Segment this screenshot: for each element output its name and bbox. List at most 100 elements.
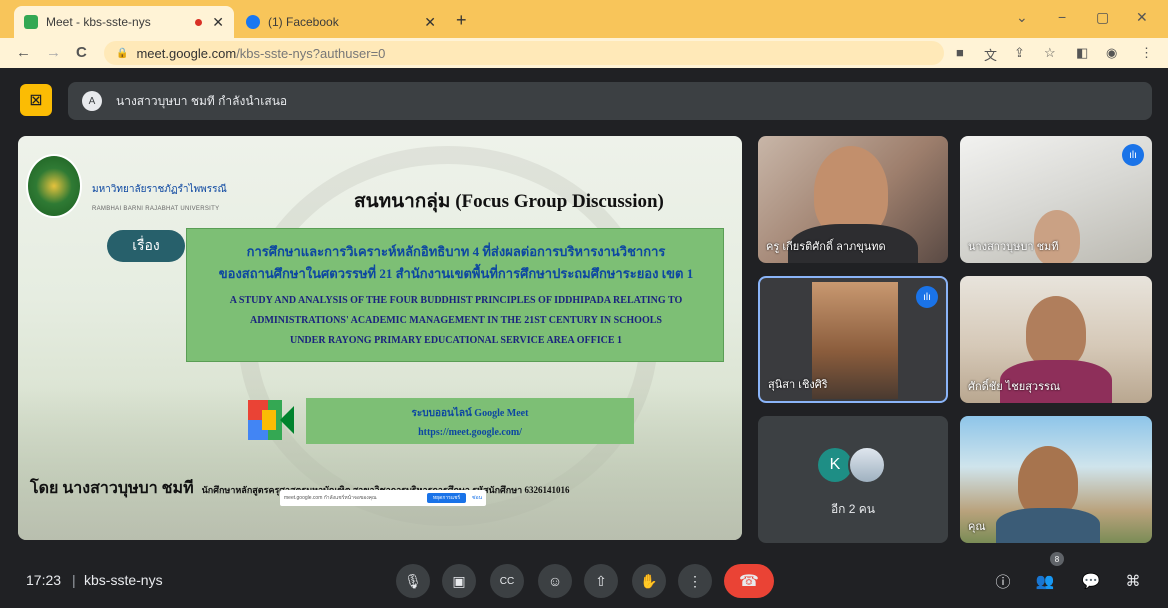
side-panel-icon[interactable]: ◧ <box>1076 45 1088 61</box>
slide-title: สนทนากลุ่ม (Focus Group Discussion) <box>354 191 664 212</box>
participant-tile[interactable]: ศักดิ์ชัย ไชยสุวรรณ <box>960 276 1152 403</box>
camera-icon: ▣ <box>452 572 466 589</box>
participant-name: คุณ <box>968 521 986 533</box>
new-tab-button[interactable]: + <box>456 10 467 31</box>
english-title-line-1: A STUDY AND ANALYSIS OF THE FOUR BUDDHIS… <box>229 295 683 306</box>
reactions-button[interactable]: ☺ <box>538 564 572 598</box>
divider: | <box>72 572 76 588</box>
captions-icon: CC <box>499 575 515 587</box>
close-tab-icon[interactable]: ✕ <box>212 14 224 31</box>
participant-tile-active[interactable]: ılı สุนิสา เชิงศิริ <box>758 276 948 403</box>
screen-share-banner: meet.google.com กำลังแชร์หน้าจอของคุณ หย… <box>280 490 486 506</box>
google-meet-logo <box>248 400 294 440</box>
chat-button[interactable]: 💬 <box>1080 570 1102 592</box>
back-button[interactable]: ← <box>16 44 31 61</box>
meeting-details-button[interactable]: ⓘ <box>992 570 1014 592</box>
presentation-layout-button[interactable]: ⊠ <box>20 84 52 116</box>
english-title-line-2: ADMINISTRATIONS' ACADEMIC MANAGEMENT IN … <box>250 315 662 326</box>
meeting-code: kbs-sste-nys <box>84 572 163 588</box>
share-banner-text: meet.google.com กำลังแชร์หน้าจอของคุณ <box>284 495 377 501</box>
tab-title: (1) Facebook <box>268 15 339 29</box>
restore-button[interactable]: ▢ <box>1096 9 1109 26</box>
research-title-box: การศึกษาและการวิเคราะห์หลักอิทธิบาท 4 ที… <box>186 228 724 362</box>
participant-shirt <box>996 508 1100 543</box>
activities-button[interactable]: ⌘ <box>1122 570 1144 592</box>
presentation-off-icon: ⊠ <box>29 92 43 109</box>
translate-icon[interactable]: 文 <box>984 45 997 64</box>
activities-icon: ⌘ <box>1125 573 1141 590</box>
close-tab-icon[interactable]: ✕ <box>424 14 436 31</box>
byline-name: โดย นางสาวบุษบา ชมที <box>30 480 194 497</box>
url-path: /kbs-sste-nys?authuser=0 <box>236 45 386 61</box>
tab-search-chevron-icon[interactable]: ⌄ <box>1016 9 1028 26</box>
participant-name: นางสาวบุษบา ชมที <box>968 241 1059 253</box>
camera-button[interactable]: ▣ <box>442 564 476 598</box>
participant-avatar-photo <box>848 446 886 484</box>
lock-icon: 🔒 <box>116 47 129 59</box>
presenter-avatar: A <box>82 91 102 111</box>
leave-call-button[interactable]: ☎ <box>724 564 774 598</box>
university-name-th: มหาวิทยาลัยราชภัฏรำไพพรรณี <box>92 184 227 195</box>
url-field[interactable]: 🔒 meet.google.com/kbs-sste-nys?authuser=… <box>104 41 944 65</box>
reload-button[interactable]: C <box>76 44 87 61</box>
chat-icon: 💬 <box>1081 573 1101 590</box>
mic-icon: 🎙 <box>404 572 422 589</box>
facebook-favicon-icon <box>246 15 260 29</box>
university-logo <box>26 154 82 218</box>
hand-icon: ✋ <box>640 572 658 589</box>
online-label: ระบบออนไลน์ Google Meet <box>411 408 529 419</box>
participant-name: ศักดิ์ชัย ไชยสุวรรณ <box>968 381 1061 393</box>
others-count-label: อีก 2 คน <box>830 502 876 516</box>
others-tile[interactable]: K อีก 2 คน <box>758 416 948 543</box>
tab-meet[interactable]: Meet - kbs-sste-nys ✕ <box>14 6 234 38</box>
profile-avatar-icon[interactable]: ◉ <box>1106 45 1117 61</box>
mic-button[interactable]: 🎙 <box>396 564 430 598</box>
hide-banner-button[interactable]: ซ่อน <box>472 494 482 502</box>
participant-avatar: K <box>818 448 852 482</box>
minimize-button[interactable]: − <box>1058 9 1066 25</box>
university-name-en: RAMBHAI BARNI RAJABHAT UNIVERSITY <box>92 206 220 212</box>
english-title-line-3: UNDER RAYONG PRIMARY EDUCATIONAL SERVICE… <box>289 335 623 346</box>
tab-facebook[interactable]: (1) Facebook ✕ <box>236 6 446 38</box>
captions-button[interactable]: CC <box>490 564 524 598</box>
url-host: meet.google.com <box>136 45 237 61</box>
self-tile[interactable]: คุณ <box>960 416 1152 543</box>
presenting-text: นางสาวบุษบา ชมที กำลังนำเสนอ <box>116 93 288 108</box>
info-icon: ⓘ <box>995 573 1011 591</box>
tab-title: Meet - kbs-sste-nys <box>46 15 151 29</box>
people-button[interactable]: 👥 <box>1034 570 1056 592</box>
meeting-time: 17:23 <box>26 572 62 588</box>
recording-dot-icon <box>195 18 203 26</box>
raise-hand-button[interactable]: ✋ <box>632 564 666 598</box>
browser-menu-icon[interactable]: ⋮ <box>1140 45 1153 61</box>
camera-indicator-icon[interactable]: ■ <box>956 45 964 60</box>
close-window-button[interactable]: ✕ <box>1136 9 1148 26</box>
more-options-button[interactable]: ⋮ <box>678 564 712 598</box>
presenting-banner: A นางสาวบุษบา ชมที กำลังนำเสนอ <box>68 82 1152 120</box>
participant-tile[interactable]: ılı นางสาวบุษบา ชมที <box>960 136 1152 263</box>
thai-title-line-2: ของสถานศึกษาในศตวรรษที่ 21 สำนักงานเขตพื… <box>218 266 694 281</box>
forward-button[interactable]: → <box>46 44 61 61</box>
emoji-icon: ☺ <box>547 573 563 589</box>
shared-screen: มหาวิทยาลัยราชภัฏรำไพพรรณี RAMBHAI BARNI… <box>18 136 742 540</box>
present-icon: ⇧ <box>595 572 607 589</box>
speaking-indicator-icon: ılı <box>1122 144 1144 166</box>
participant-name: สุนิสา เชิงศิริ <box>768 379 828 391</box>
participant-name: ครู เกียรติศักดิ์ ลาภขุนทด <box>766 241 886 253</box>
subject-label: เรื่อง <box>107 230 185 262</box>
end-call-icon: ☎ <box>739 573 759 590</box>
online-info-box: ระบบออนไลน์ Google Meet https://meet.goo… <box>306 398 634 444</box>
speaking-indicator-icon: ılı <box>916 286 938 308</box>
online-url: https://meet.google.com/ <box>418 427 522 438</box>
share-icon[interactable]: ⇪ <box>1014 45 1025 61</box>
participants-count-badge: 8 <box>1050 552 1064 566</box>
participant-video <box>1026 296 1086 368</box>
more-icon: ⋮ <box>688 572 702 589</box>
present-button[interactable]: ⇧ <box>584 564 618 598</box>
thai-title-line-1: การศึกษาและการวิเคราะห์หลักอิทธิบาท 4 ที… <box>246 244 666 259</box>
screen: Meet - kbs-sste-nys ✕ (1) Facebook ✕ + ⌄… <box>0 0 1168 608</box>
participant-tile[interactable]: ครู เกียรติศักดิ์ ลาภขุนทด <box>758 136 948 263</box>
stop-sharing-button[interactable]: หยุดการแชร์ <box>426 493 467 503</box>
bookmark-star-icon[interactable]: ☆ <box>1044 45 1056 61</box>
people-icon: 👥 <box>1035 573 1055 590</box>
